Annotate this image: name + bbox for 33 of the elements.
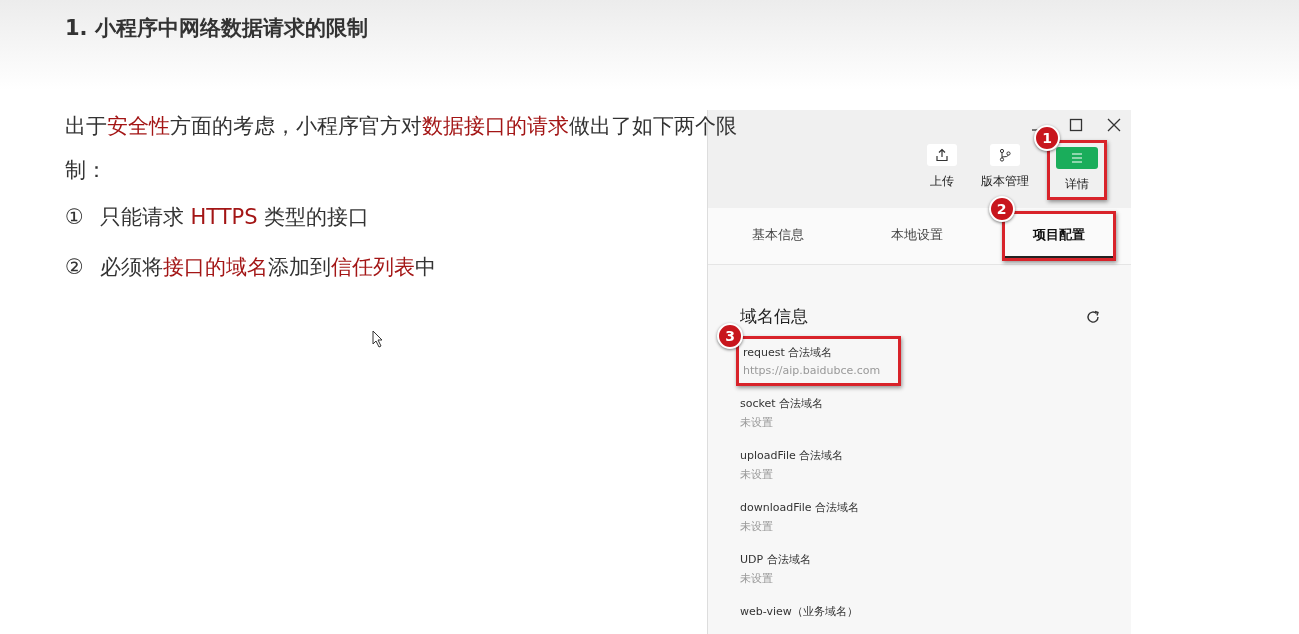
number-marker: ① — [65, 204, 84, 231]
step-badge: 1 — [1034, 125, 1060, 151]
refresh-icon[interactable] — [1085, 308, 1101, 325]
domain-label: socket 合法域名 — [740, 396, 824, 411]
maximize-icon[interactable] — [1069, 118, 1083, 132]
domain-label: uploadFile 合法域名 — [740, 448, 844, 463]
section-title: 域名信息 — [740, 305, 808, 328]
toolbar-label[interactable]: 上传 — [930, 173, 954, 190]
domain-value: 未设置 — [740, 467, 774, 482]
close-icon[interactable] — [1107, 118, 1121, 132]
slide-title: 1. 小程序中网络数据请求的限制 — [65, 15, 369, 42]
rule-text: 只能请求 HTTPS 类型的接口 — [99, 204, 370, 231]
domain-label: request 合法域名 — [743, 345, 834, 360]
domain-value: 未设置 — [740, 415, 774, 430]
domain-label: web-view（业务域名） — [740, 604, 858, 619]
tab[interactable]: 本地设置 — [862, 214, 971, 258]
domain-label: downloadFile 合法域名 — [740, 500, 860, 515]
step-badge: 3 — [717, 323, 743, 349]
rule-text: 必须将接口的域名添加到信任列表中 — [99, 254, 436, 281]
toolbar-label[interactable]: 版本管理 — [981, 173, 1029, 190]
domain-label: UDP 合法域名 — [740, 552, 811, 567]
upload-icon[interactable] — [927, 144, 957, 166]
tab[interactable]: 项目配置 — [1004, 214, 1113, 258]
domain-value: 未设置 — [740, 571, 774, 586]
intro-paragraph: 出于安全性方面的考虑，小程序官方对数据接口的请求做出了如下两个限制： — [65, 113, 738, 184]
domain-value: 未设置 — [740, 519, 774, 534]
step-badge: 2 — [988, 196, 1015, 222]
tab[interactable]: 基本信息 — [723, 214, 832, 258]
mouse-cursor-icon — [372, 330, 384, 348]
number-marker: ② — [65, 254, 84, 281]
branch-icon[interactable] — [990, 144, 1020, 166]
toolbar-label[interactable]: 详情 — [1065, 176, 1089, 193]
domain-value: https://aip.baidubce.com — [743, 364, 881, 377]
